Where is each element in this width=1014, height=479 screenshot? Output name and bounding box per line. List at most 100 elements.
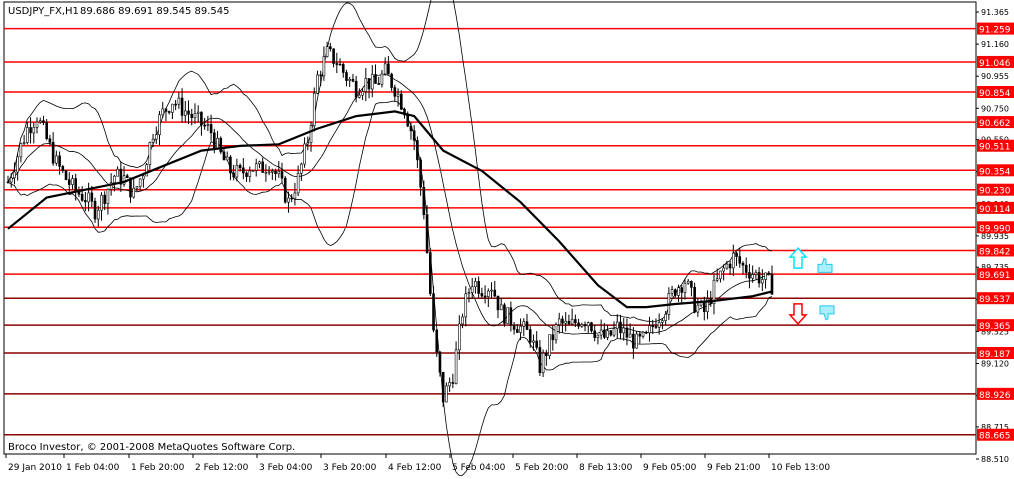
candle-body — [493, 289, 497, 297]
candle-body — [229, 156, 232, 174]
candle-body — [187, 110, 190, 115]
candle-body — [174, 103, 177, 106]
level-label: 90.230 — [979, 187, 1011, 197]
candle-body — [9, 177, 13, 183]
candle-body — [499, 304, 503, 311]
candle-body — [225, 156, 229, 161]
candle-body — [293, 192, 297, 199]
candle-body — [267, 171, 271, 174]
candle-body — [251, 170, 255, 172]
y-tick-label: 90.750 — [981, 104, 1009, 113]
candle-body — [84, 200, 87, 203]
candle-body — [719, 270, 722, 280]
price-chart[interactable]: 91.36591.16090.95590.75090.55090.34590.1… — [0, 0, 1014, 479]
y-tick-label: 88.510 — [981, 455, 1009, 464]
candle-body — [757, 272, 761, 284]
candle-body — [238, 165, 242, 169]
x-tick-label: 1 Feb 20:00 — [131, 463, 185, 473]
candle-body — [113, 175, 116, 183]
level-label: 90.662 — [979, 119, 1011, 129]
candle-body — [383, 63, 387, 75]
candle-body — [406, 114, 410, 127]
candle-body — [557, 318, 561, 325]
candle-body — [577, 322, 580, 327]
candle-body — [474, 281, 477, 288]
candle-body — [219, 137, 223, 153]
candle-body — [13, 171, 16, 179]
candle-body — [570, 319, 574, 325]
candle-body — [319, 74, 322, 77]
candle-body — [564, 320, 567, 324]
x-tick-label: 9 Feb 05:00 — [643, 463, 697, 473]
candle-body — [690, 281, 693, 288]
candle-body — [125, 175, 129, 179]
copyright-text: Broco Investor, © 2001-2008 MetaQuotes S… — [8, 442, 295, 453]
candle-body — [528, 329, 532, 343]
candle-body — [358, 94, 361, 98]
candle-body — [338, 63, 342, 66]
candle-body — [196, 111, 200, 114]
candle-body — [419, 159, 422, 188]
candle-body — [532, 340, 535, 343]
candle-body — [26, 127, 29, 143]
candle-body — [715, 278, 719, 281]
candle-body — [277, 171, 281, 174]
candle-body — [180, 97, 184, 116]
candle-body — [696, 304, 700, 313]
candle-body — [287, 197, 290, 203]
candle-body — [438, 351, 442, 373]
level-label: 89.990 — [979, 224, 1011, 234]
candle-body — [361, 91, 364, 96]
candle-body — [725, 263, 729, 269]
candle-body — [680, 287, 684, 293]
candle-body — [651, 325, 655, 327]
candle-body — [458, 323, 461, 351]
candle-body — [586, 322, 590, 327]
candle-body — [464, 293, 468, 318]
candle-body — [451, 382, 455, 384]
candle-body — [29, 127, 32, 134]
candle-body — [396, 93, 400, 97]
candle-body — [183, 110, 187, 116]
candle-body — [290, 197, 293, 200]
level-label: 90.114 — [979, 205, 1011, 215]
candle-body — [135, 186, 139, 189]
candle-body — [467, 292, 471, 295]
candle-body — [61, 166, 65, 171]
candle-body — [377, 83, 381, 85]
candle-body — [48, 138, 52, 143]
candle-body — [470, 286, 474, 293]
candle-body — [96, 209, 100, 220]
candle-body — [732, 252, 735, 269]
candle-body — [661, 320, 664, 323]
candle-body — [561, 318, 564, 324]
candle-body — [348, 79, 352, 81]
candle-body — [551, 334, 555, 341]
candle-body — [254, 163, 258, 171]
candle-body — [548, 334, 551, 356]
chart-window: 91.36591.16090.95590.75090.55090.34590.1… — [0, 0, 1014, 479]
candle-body — [622, 327, 626, 334]
candle-body — [387, 63, 390, 75]
candle-body — [370, 74, 374, 90]
candle-body — [728, 263, 732, 269]
candle-body — [90, 192, 94, 202]
candle-body — [390, 73, 393, 88]
candle-body — [445, 385, 448, 403]
candle-body — [216, 137, 219, 149]
candle-body — [367, 78, 371, 90]
candle-body — [283, 177, 287, 203]
candle-body — [590, 322, 593, 332]
candle-body — [80, 193, 84, 201]
candle-body — [242, 167, 245, 174]
symbol-label: USDJPY_FX,H1 — [8, 6, 79, 17]
candle-body — [364, 78, 368, 92]
candle-body — [280, 171, 284, 179]
candle-body — [138, 178, 142, 187]
candle-body — [325, 46, 329, 57]
candle-body — [158, 114, 161, 136]
level-label: 90.854 — [979, 89, 1011, 99]
candle-body — [300, 163, 303, 174]
candle-body — [45, 122, 48, 140]
candle-body — [490, 289, 493, 292]
